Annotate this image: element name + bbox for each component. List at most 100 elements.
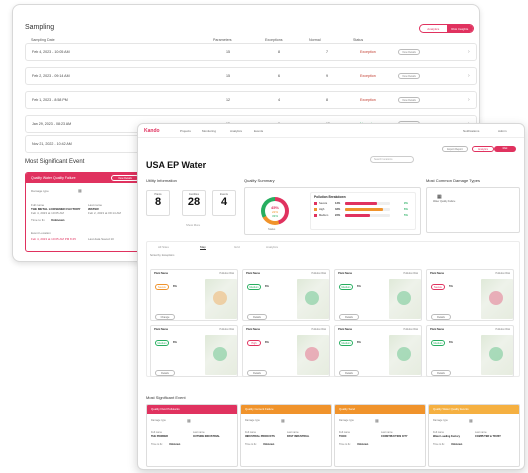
kando-logo[interactable]: Kando [144, 128, 160, 134]
breakdown-pct: 13% [335, 202, 341, 205]
full-name-label: Full name [245, 431, 256, 434]
tab-map[interactable]: Map [200, 245, 206, 250]
view-details-button[interactable]: View Details [398, 49, 420, 55]
site-details-button[interactable]: Change Pollution [155, 314, 175, 320]
admin-link[interactable]: Admin [498, 129, 507, 133]
time-to-fix-value: Unknown [357, 443, 369, 446]
breakdown-value: 6% [404, 208, 408, 211]
tab-grid[interactable]: Grid [234, 245, 240, 249]
risk-toggle[interactable]: Risk [494, 146, 516, 152]
chevron-right-icon[interactable]: › [468, 49, 470, 55]
risk-value: 5% [449, 285, 453, 288]
row-date: Nov 21, 2022 - 10:42 AM [32, 142, 72, 146]
toggle-analytics[interactable]: Analytics [420, 25, 447, 32]
site-map[interactable] [389, 335, 421, 375]
breakdown-pct: 22% [335, 214, 341, 217]
show-more-link[interactable]: Show More [186, 223, 200, 227]
toggle-risk[interactable]: Risk Insights [446, 25, 473, 32]
event-card[interactable]: Quality Water Quality Failure View Detai… [25, 172, 145, 252]
table-row[interactable]: Feb 1, 2023 - 8:58 PM 12 4 8 Exception V… [25, 91, 477, 109]
site-details-button[interactable]: Details [155, 370, 175, 376]
view-details-button[interactable]: View Details [398, 97, 420, 103]
breakdown-row: Severe 13% 9% [314, 202, 412, 205]
row-normal: 9 [326, 74, 328, 78]
site-card[interactable]: Plant Name Pollution Risk Medium 6% Deta… [334, 269, 422, 321]
notifications-link[interactable]: Notifications [463, 129, 479, 133]
tab-analytics[interactable]: Analytics [266, 245, 278, 249]
chevron-right-icon[interactable]: › [468, 73, 470, 79]
site-card[interactable]: Plant Name Pollution Risk High 8% Detail… [242, 325, 330, 377]
sampling-title: Sampling [25, 24, 55, 31]
row-exceptions: 4 [278, 98, 280, 102]
site-map[interactable] [297, 279, 329, 319]
event-card[interactable]: Quality Water Quality Events Damage type… [428, 404, 520, 467]
site-card[interactable]: Plant Name Pollution Risk Severe 8% Chan… [150, 269, 238, 321]
col-parameters: Parameters [213, 38, 232, 42]
event-card[interactable]: Quality Cement Failure Damage type ▦ Ful… [240, 404, 332, 467]
site-map[interactable] [389, 279, 421, 319]
site-tag: Pollution Risk [219, 328, 234, 331]
time-to-fix-value: Unknown [169, 443, 181, 446]
site-tag: Pollution Risk [403, 328, 418, 331]
row-normal: 7 [326, 50, 328, 54]
risk-badge: Medium [339, 284, 353, 290]
site-map[interactable] [297, 335, 329, 375]
site-details-button[interactable]: Details [339, 370, 359, 376]
site-details-button[interactable]: Details [339, 314, 359, 320]
site-map[interactable] [205, 279, 237, 319]
site-tag: Pollution Risk [495, 328, 510, 331]
site-map[interactable] [481, 335, 513, 375]
site-map[interactable] [481, 279, 513, 319]
last-name-value: CONSTRUCTION CITY [381, 435, 408, 438]
event-card-title: Quality Sand [335, 405, 425, 414]
site-card[interactable]: Plant Name Pollution Risk Medium 8% Deta… [150, 325, 238, 377]
row-date: Feb 1, 2023 - 8:58 PM [32, 98, 68, 102]
nav-projects[interactable]: Projects [180, 129, 191, 133]
site-map[interactable] [205, 335, 237, 375]
col-status: Status [353, 38, 364, 42]
export-report-button[interactable]: Export Report [442, 146, 468, 152]
site-card[interactable]: Plant Name Pollution Risk Severe 5% Deta… [426, 269, 514, 321]
row-status: Exception [360, 50, 376, 54]
last-name-value: PAST INDUSTRIAL [287, 435, 310, 438]
risk-value: 8% [173, 341, 177, 344]
last-name-label: Last name [287, 431, 299, 434]
view-details-button[interactable]: View Details [398, 73, 420, 79]
time-to-fix-label: Time to fix [151, 443, 163, 446]
last-name-value: COMPUTER & TRUST [475, 435, 501, 438]
tab-all-sites[interactable]: All Sites [158, 245, 169, 249]
nav-analytics[interactable]: Analytics [230, 129, 242, 133]
map-area [305, 347, 319, 361]
row-params: 12 [226, 98, 230, 102]
site-details-button[interactable]: Details [431, 314, 451, 320]
event-card[interactable]: Quality Fluid Pollutants Damage type ▦ F… [146, 404, 238, 467]
analytics-toggle[interactable]: Analytics [472, 146, 494, 152]
table-row[interactable]: Feb 4, 2023 - 10:05 AM 15 8 7 Exception … [25, 43, 477, 61]
table-row[interactable]: Feb 2, 2023 - 09:14 AM 15 6 9 Exception … [25, 67, 477, 85]
chevron-right-icon[interactable]: › [468, 97, 470, 103]
risk-badge: Medium [247, 284, 261, 290]
search-input[interactable]: Search locations [370, 156, 414, 163]
site-details-button[interactable]: Details [247, 370, 267, 376]
map-area [489, 291, 503, 305]
view-details-button[interactable]: View Details [111, 175, 139, 181]
site-card[interactable]: Plant Name Pollution Risk Medium 6% Deta… [426, 325, 514, 377]
nav-events[interactable]: Events [254, 129, 263, 133]
event-card[interactable]: Quality Sand Damage type ▦ Full name TOX… [334, 404, 426, 467]
site-details-button[interactable]: Details [247, 314, 267, 320]
damage-title: Most Common Damage Types [426, 178, 480, 183]
most-significant-event-title: Most Significant Event [146, 395, 186, 400]
col-normal: Normal [309, 38, 321, 42]
sort-label[interactable]: Sorted by: Exceptions [150, 254, 174, 257]
site-tag: Pollution Risk [403, 272, 418, 275]
time-to-fix-label: Time to fix [31, 218, 45, 222]
last-data-link[interactable]: Last data Saved 10 [88, 237, 114, 241]
site-card[interactable]: Plant Name Pollution Risk Medium 8% Deta… [242, 269, 330, 321]
view-toggle[interactable]: Analytics Risk Insights [419, 24, 474, 33]
site-details-button[interactable]: Details [431, 370, 451, 376]
quality-title: Quality Summary [244, 178, 275, 183]
nav-monitoring[interactable]: Monitoring [202, 129, 216, 133]
damage-type-label: Damage type [245, 419, 260, 422]
full-name-value: THE POWDER [151, 435, 168, 438]
site-card[interactable]: Plant Name Pollution Risk Medium 8% Deta… [334, 325, 422, 377]
